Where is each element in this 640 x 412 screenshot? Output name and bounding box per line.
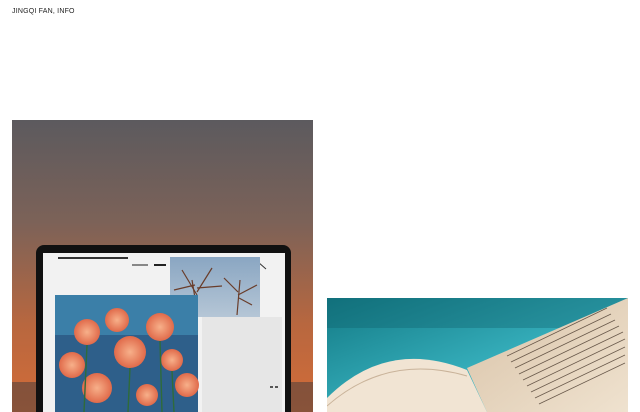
open-book-photo-image	[327, 298, 628, 412]
project-tile-laptop[interactable]	[12, 120, 313, 412]
project-tile-book[interactable]	[327, 298, 628, 412]
laptop-photo-image	[12, 120, 313, 412]
site-title-link[interactable]: JINGQI FAN, INFO	[12, 8, 75, 15]
